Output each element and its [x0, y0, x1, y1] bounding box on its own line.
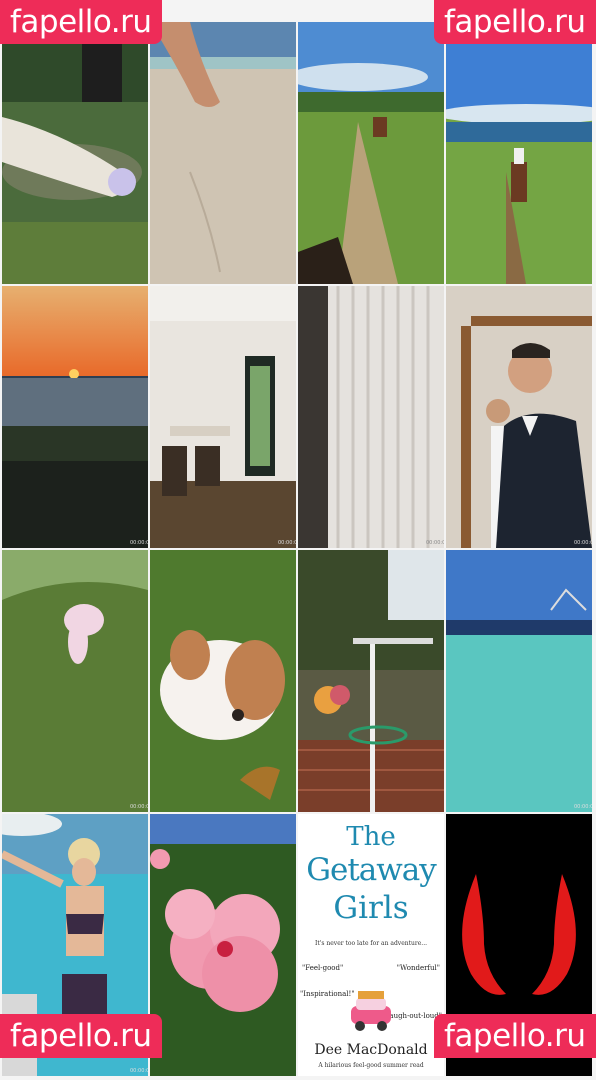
- tile-ocean-sunset[interactable]: 00:00:00: [2, 286, 148, 548]
- book-author: Dee MacDonald: [314, 1042, 428, 1058]
- book-subtitle: A hilarious feel-good summer read: [318, 1062, 424, 1069]
- svg-text:00:00:00: 00:00:00: [130, 804, 148, 810]
- car-illustration-icon: [351, 991, 391, 1031]
- watermark-bottom-right: fapello.ru: [434, 1014, 596, 1058]
- svg-text:00:00:00: 00:00:00: [130, 540, 148, 546]
- tile-kitchen-interior[interactable]: 00:00:00: [150, 286, 296, 548]
- tile-puppy-closeup[interactable]: [150, 550, 296, 812]
- svg-text:00:00:00: 00:00:00: [574, 540, 592, 546]
- tile-book-cover[interactable]: The Getaway Girls It's never too late fo…: [298, 814, 444, 1076]
- tile-beach-sand[interactable]: [150, 22, 296, 284]
- tile-garden-pole[interactable]: [298, 550, 444, 812]
- tile-puppy-running[interactable]: 00:00:00: [2, 550, 148, 812]
- book-title-getaway: Getaway: [306, 852, 437, 888]
- book-quote-right1: "Wonderful": [396, 964, 440, 972]
- svg-text:00:00:00: 00:00:00: [130, 1068, 148, 1074]
- watermark-top-right: fapello.ru: [434, 0, 596, 44]
- book-title-the: The: [346, 822, 396, 852]
- tile-woman-lying-on-rock[interactable]: [2, 22, 148, 284]
- media-grid: 00:00:00 00:00:00 00:00:00: [2, 22, 594, 1076]
- book-quote-left1: "Feel-good": [302, 964, 344, 972]
- svg-text:00:00:00: 00:00:00: [574, 804, 592, 810]
- tile-horse-trail[interactable]: [298, 22, 444, 284]
- tile-horse-rider-path[interactable]: [446, 22, 592, 284]
- tile-man-in-doorway[interactable]: 00:00:00: [446, 286, 592, 548]
- svg-text:00:00:00: 00:00:00: [426, 540, 444, 546]
- book-title-girls: Girls: [333, 890, 409, 926]
- svg-text:00:00:00: 00:00:00: [278, 540, 296, 546]
- tile-pink-hibiscus[interactable]: [150, 814, 296, 1076]
- tile-curtain-window[interactable]: 00:00:00: [298, 286, 444, 548]
- book-tagline: It's never too late for an adventure...: [314, 940, 428, 947]
- watermark-bottom-left: fapello.ru: [0, 1014, 162, 1058]
- tile-turquoise-sea[interactable]: 00:00:00: [446, 550, 592, 812]
- watermark-top-left: fapello.ru: [0, 0, 162, 44]
